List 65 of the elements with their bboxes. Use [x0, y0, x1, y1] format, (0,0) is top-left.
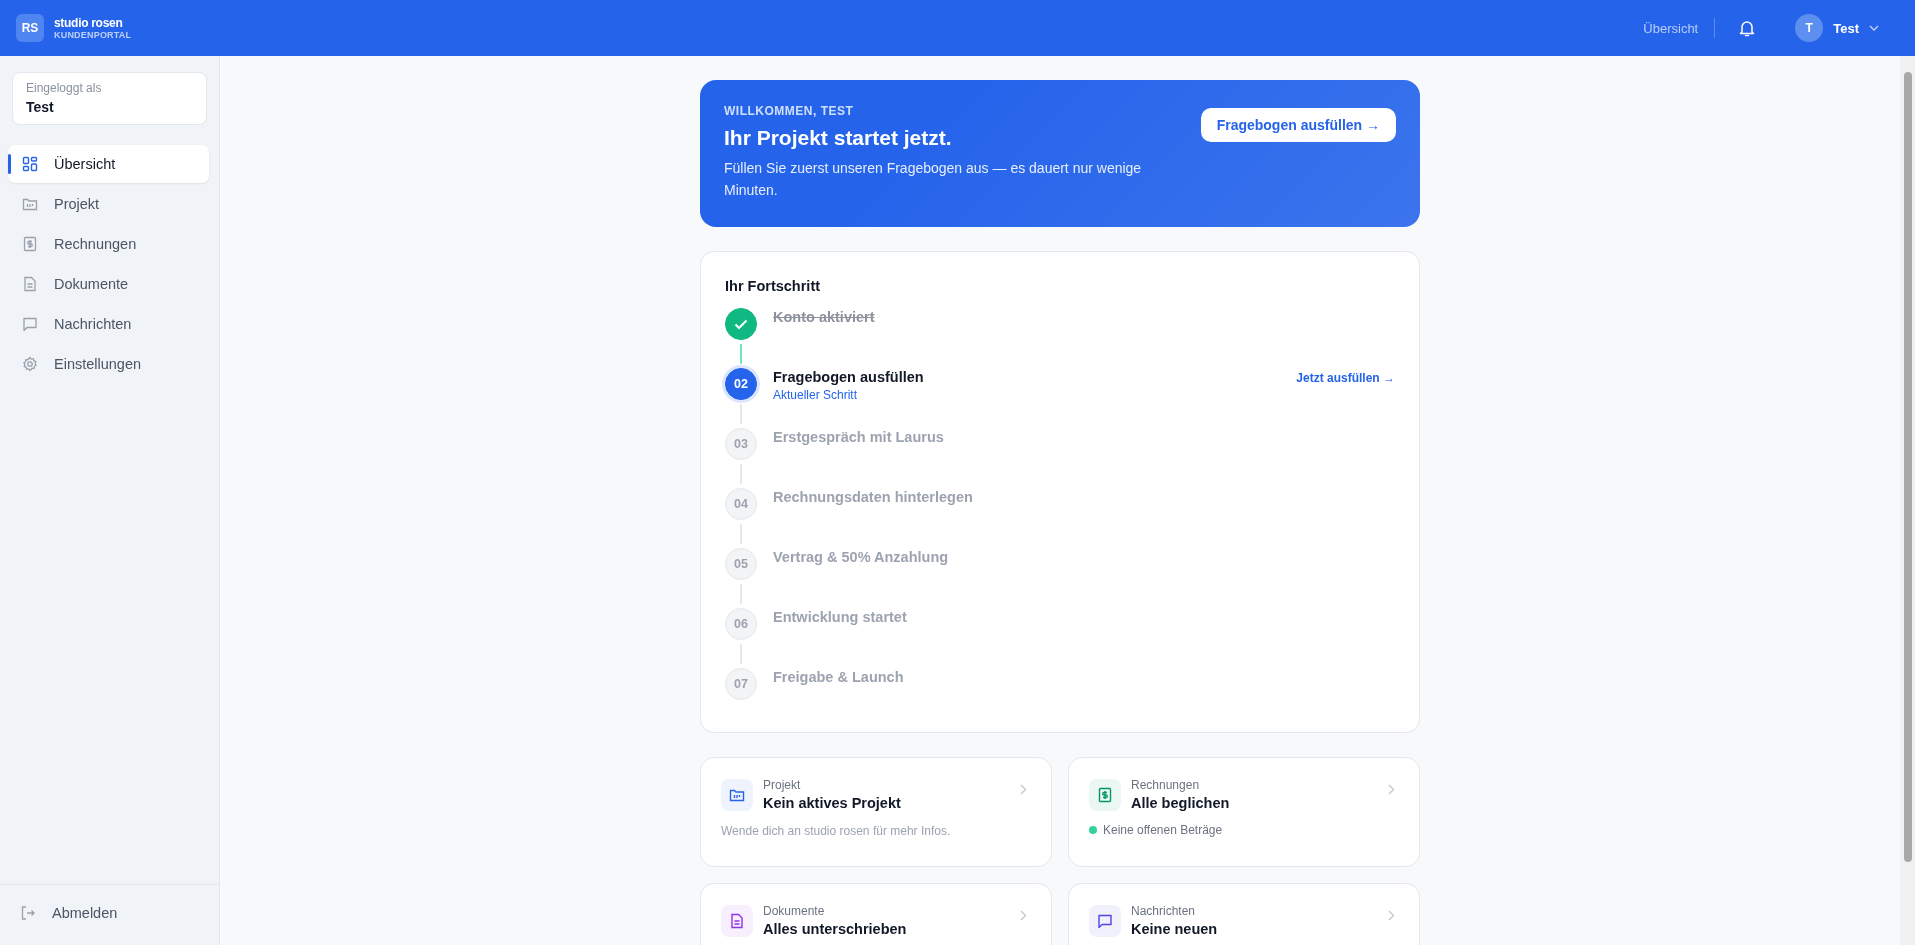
chevron-right-icon	[1020, 910, 1027, 921]
invoice-icon	[1097, 786, 1113, 803]
invoice-icon	[22, 236, 38, 252]
chevron-right-icon	[1020, 784, 1027, 795]
folder-icon	[22, 196, 38, 212]
chevron-down-icon[interactable]	[1869, 25, 1879, 31]
welcome-eyebrow: WILLKOMMEN, TEST	[724, 104, 855, 118]
step-label: Fragebogen ausfüllen	[773, 369, 924, 385]
chat-icon	[1097, 912, 1113, 929]
card-title: Kein aktives Projekt	[763, 795, 902, 811]
logout-icon	[20, 905, 36, 921]
bell-icon[interactable]	[1739, 19, 1756, 37]
sidebar-item[interactable]: Übersicht	[8, 145, 209, 183]
sidebar-item[interactable]: Dokumente	[8, 265, 209, 303]
card-note: Wende dich an studio rosen für mehr Infos.	[721, 824, 952, 838]
step-marker: 07	[725, 668, 757, 700]
login-label: Eingeloggt als	[26, 81, 103, 95]
step-label: Erstgespräch mit Laurus	[773, 429, 944, 445]
scrollbar[interactable]	[1900, 56, 1915, 945]
step-marker: 02	[725, 368, 757, 400]
summary-card[interactable]: Rechnungen Alle beglichen Keine offenen Beträge	[1068, 757, 1420, 867]
sidebar-item[interactable]: Rechnungen	[8, 225, 209, 263]
welcome-title: Ihr Projekt startet jetzt.	[724, 126, 953, 150]
summary-card[interactable]: Dokumente Alles unterschrieben	[700, 883, 1052, 945]
grid-icon	[22, 156, 38, 172]
step-label: Freigabe & Launch	[773, 669, 904, 685]
chevron-right-icon	[1388, 784, 1395, 795]
card-label: Rechnungen	[1131, 778, 1201, 792]
document-icon	[22, 276, 38, 292]
card-title: Alles unterschrieben	[763, 921, 908, 937]
summary-card[interactable]: Projekt Kein aktives Projekt Wende dich an studio rosen für mehr Infos.	[700, 757, 1052, 867]
brand-name: studio rosen	[54, 16, 124, 30]
card-title: Alle beglichen	[1131, 795, 1231, 811]
sidebar-item[interactable]: Projekt	[8, 185, 209, 223]
step-marker: 06	[725, 608, 757, 640]
step-marker: 03	[725, 428, 757, 460]
card-label: Dokumente	[763, 904, 826, 918]
logout-link[interactable]: Abmelden	[20, 905, 209, 921]
card-label: Nachrichten	[1131, 904, 1197, 918]
step-label: Konto aktiviert	[773, 309, 875, 325]
status-text: Keine offenen Beträge	[1103, 823, 1223, 837]
step-label: Entwicklung startet	[773, 609, 907, 625]
login-name: Test	[26, 99, 55, 115]
fill-now-link[interactable]: Jetzt ausfüllen →	[1296, 369, 1395, 385]
sidebar-item[interactable]: Nachrichten	[8, 305, 209, 343]
card-label: Projekt	[763, 778, 802, 792]
step-label: Vertrag & 50% Anzahlung	[773, 549, 949, 565]
questionnaire-button[interactable]: Fragebogen ausfüllen →	[1200, 108, 1396, 142]
welcome-text: Füllen Sie zuerst unseren Fragebogen aus — es dauert nur wenige Minuten.	[724, 159, 1143, 200]
brand-subtitle: KUNDENPORTAL	[54, 30, 132, 40]
user-name[interactable]: Test	[1833, 20, 1859, 36]
step-marker: 05	[725, 548, 757, 580]
check-icon	[734, 318, 748, 330]
chat-icon	[22, 316, 38, 332]
progress-title: Ihr Fortschritt	[725, 278, 822, 294]
document-icon	[729, 912, 745, 929]
card-title: Keine neuen	[1131, 921, 1219, 937]
settings-icon	[22, 356, 38, 372]
logo-badge: RS	[16, 14, 44, 42]
chevron-right-icon	[1388, 910, 1395, 921]
step-status: Aktueller Schritt	[773, 388, 859, 402]
step-label: Rechnungsdaten hinterlegen	[773, 489, 973, 505]
step-marker: 04	[725, 488, 757, 520]
sidebar-item[interactable]: Einstellungen	[8, 345, 209, 383]
summary-card[interactable]: Nachrichten Keine neuen	[1068, 883, 1420, 945]
